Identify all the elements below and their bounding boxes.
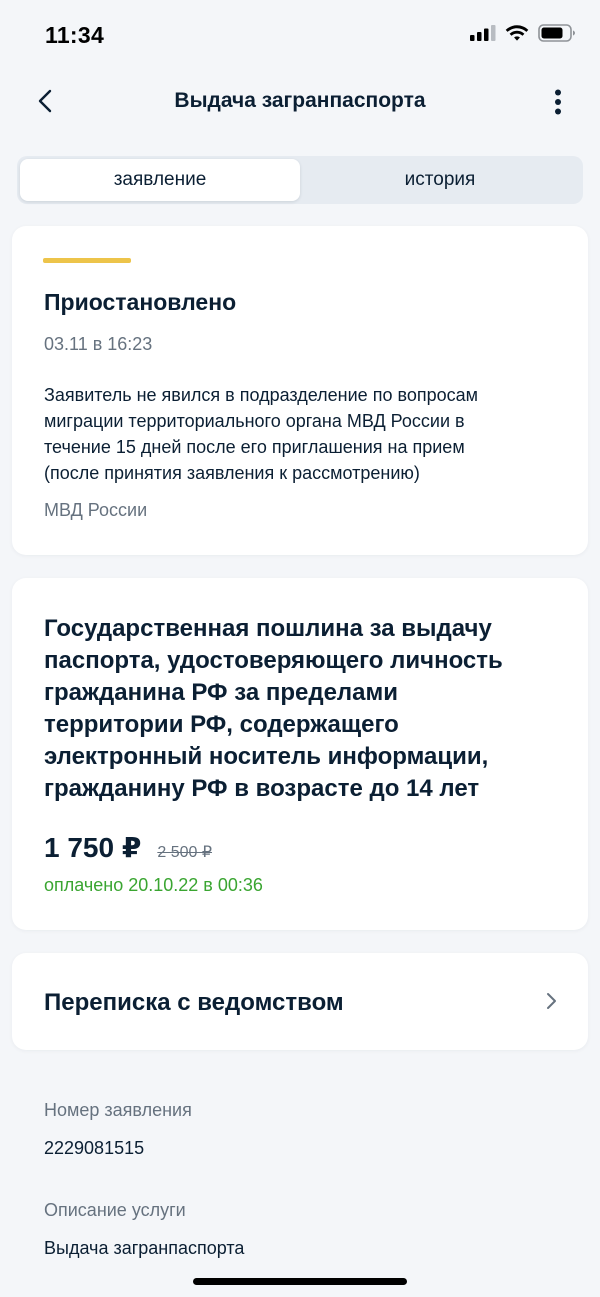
service-description: Выдача загранпаспорта xyxy=(44,1238,245,1258)
cellular-signal-icon xyxy=(470,25,496,41)
payment-title-line: территории РФ, содержащего xyxy=(44,711,399,738)
status-title: Приостановлено xyxy=(44,289,237,315)
correspondence-button[interactable]: Переписка с ведомством xyxy=(12,953,588,1050)
status-description-line: миграции территориального органа МВД Рос… xyxy=(44,411,465,431)
status-description-line: течение 15 дней после его приглашения на… xyxy=(44,437,465,457)
payment-title: Государственная пошлина за выдачу паспор… xyxy=(44,613,564,805)
home-indicator xyxy=(193,1278,407,1285)
status-icons xyxy=(470,24,576,42)
app-header: Выдача загранпаспорта xyxy=(0,72,600,132)
status-time: 11:34 xyxy=(45,22,105,48)
tab-application[interactable]: заявление xyxy=(20,159,300,201)
battery-icon xyxy=(538,24,575,42)
payment-card: Государственная пошлина за выдачу паспор… xyxy=(12,578,588,930)
tab-history[interactable]: история xyxy=(300,159,580,201)
screen: 11:34 Выдача загранпаспорта заявление ис… xyxy=(0,0,600,1297)
status-date: 03.11 в 16:23 xyxy=(44,334,153,354)
status-description-line: Заявитель не явился в подразделение по в… xyxy=(44,385,478,405)
application-number: 2229081515 xyxy=(44,1138,145,1158)
price-current: 1 750 ₽ xyxy=(44,832,142,863)
status-description-line: (после принятия заявления к рассмотрению… xyxy=(44,463,420,483)
status-bar: 11:34 xyxy=(0,0,600,72)
price-old: 2 500 ₽ xyxy=(157,844,213,861)
status-agency: МВД России xyxy=(44,500,148,520)
more-button[interactable] xyxy=(546,84,570,120)
payment-title-line: электронный носитель информации, xyxy=(44,743,489,770)
segmented-tabs: заявление история xyxy=(17,156,583,204)
correspondence-label: Переписка с ведомством xyxy=(44,989,344,1016)
status-description: Заявитель не явился в подразделение по в… xyxy=(44,382,564,486)
payment-title-line: гражданина РФ за пределами xyxy=(44,679,399,706)
application-number-label: Номер заявления xyxy=(44,1100,192,1120)
payment-title-line: гражданину РФ в возрасте до 14 лет xyxy=(44,775,480,802)
payment-title-line: паспорта, удостоверяющего личность xyxy=(44,647,503,674)
chevron-right-icon xyxy=(547,993,556,1009)
more-vertical-icon xyxy=(555,89,561,115)
service-description-label: Описание услуги xyxy=(44,1200,186,1220)
payment-status: оплачено 20.10.22 в 00:36 xyxy=(44,875,263,895)
page-title: Выдача загранпаспорта xyxy=(174,89,426,112)
wifi-icon xyxy=(505,24,529,41)
status-card: Приостановлено 03.11 в 16:23 Заявитель н… xyxy=(12,226,588,555)
price-row: 1 750 ₽ 2 500 ₽ xyxy=(44,831,212,864)
payment-title-line: Государственная пошлина за выдачу xyxy=(44,615,492,642)
status-accent-bar xyxy=(43,258,131,263)
